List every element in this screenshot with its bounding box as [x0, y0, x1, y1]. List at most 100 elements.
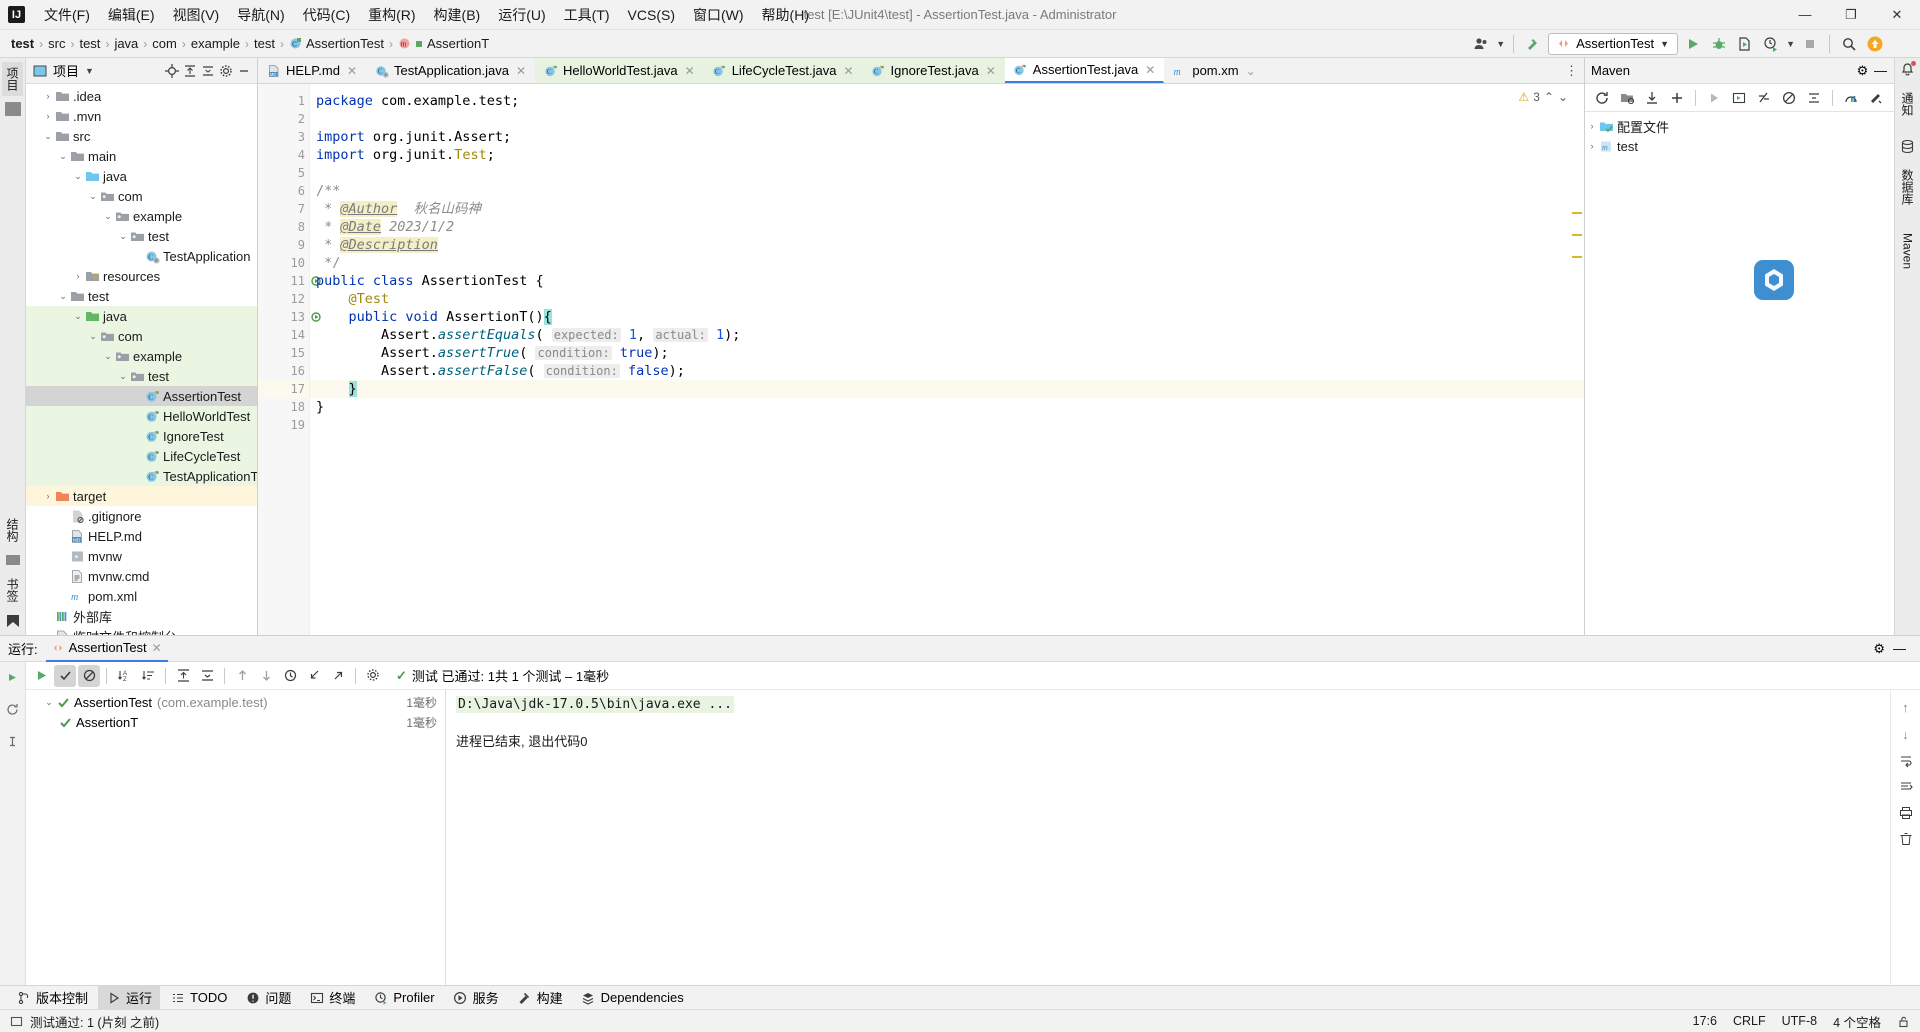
breadcrumb-item-java[interactable]: java	[109, 34, 143, 53]
show-dependencies-icon[interactable]	[1840, 87, 1862, 109]
maven-node-test[interactable]: › m test	[1585, 136, 1894, 156]
toolwindow-button-Dependencies[interactable]: Dependencies	[573, 988, 692, 1007]
toolwindow-button-运行[interactable]: 运行	[98, 986, 161, 1009]
code-line-12[interactable]: @Test	[310, 290, 1584, 308]
project-tree[interactable]: › .idea › .mvn ⌄ src ⌄ main ⌄ java ⌄ com ⌄ example ⌄ te…	[26, 84, 257, 635]
gear-icon[interactable]	[362, 665, 384, 687]
profile-button[interactable]	[1760, 33, 1782, 55]
code-line-15[interactable]: Assert.assertTrue( condition: true);	[310, 344, 1584, 362]
menu-item-11[interactable]: 帮助(H)	[753, 1, 818, 29]
test-row-AssertionTest[interactable]: ⌄ AssertionTest (com.example.test) 1毫秒	[26, 692, 445, 712]
indent-setting[interactable]: 4 个空格	[1833, 1012, 1881, 1031]
gutter-line-15[interactable]: 15	[258, 344, 309, 362]
run-tab-assertiontest[interactable]: AssertionTest ✕	[45, 636, 168, 662]
breadcrumb-item-src[interactable]: src	[43, 34, 70, 53]
toggle-offline-icon[interactable]	[1778, 87, 1800, 109]
expand-all-icon[interactable]	[172, 665, 194, 687]
inspection-down-icon[interactable]: ⌄	[1558, 90, 1568, 104]
prev-test-icon[interactable]	[231, 665, 253, 687]
editor-tab-HelloWorldTest.java[interactable]: C HelloWorldTest.java ✕	[535, 58, 704, 83]
code-line-6[interactable]: /**	[310, 182, 1584, 200]
menu-item-4[interactable]: 代码(C)	[294, 1, 359, 29]
gutter-line-2[interactable]: 2	[258, 110, 309, 128]
gutter-line-19[interactable]: 19	[258, 416, 309, 434]
gear-icon[interactable]: ⚙	[1855, 63, 1870, 78]
build-hammer-icon[interactable]	[1522, 33, 1544, 55]
code-line-4[interactable]: import org.junit.Test;	[310, 146, 1584, 164]
code-line-5[interactable]	[310, 164, 1584, 182]
test-history-icon[interactable]	[279, 665, 301, 687]
breadcrumb-item-AssertionTest[interactable]: C AssertionTest	[284, 34, 389, 53]
tree-node-com[interactable]: ⌄ com	[26, 186, 257, 206]
run-with-coverage-button[interactable]	[1734, 33, 1756, 55]
chevron-right-icon[interactable]: ›	[71, 271, 85, 281]
strip-item-structure[interactable]: 结构	[2, 513, 23, 547]
close-icon[interactable]: ✕	[347, 64, 357, 78]
menu-item-6[interactable]: 构建(B)	[425, 1, 490, 29]
gutter-line-3[interactable]: 3	[258, 128, 309, 146]
editor-tab-AssertionTest.java[interactable]: C AssertionTest.java ✕	[1004, 58, 1165, 83]
hide-panel-icon[interactable]: —	[1893, 641, 1906, 657]
reload-icon[interactable]	[1591, 87, 1613, 109]
expand-all-icon[interactable]	[182, 63, 197, 78]
code-line-10[interactable]: */	[310, 254, 1584, 272]
tree-node-.idea[interactable]: › .idea	[26, 86, 257, 106]
database-icon[interactable]	[1900, 139, 1915, 154]
gutter-line-17[interactable]: 17	[258, 380, 309, 398]
rerun-icon[interactable]	[2, 666, 24, 688]
run-maven-goal-icon[interactable]	[1703, 87, 1725, 109]
console-output[interactable]: D:\Java\jdk-17.0.5\bin\java.exe ... 进程已结…	[446, 690, 1890, 985]
tree-node-临时文件和控制台[interactable]: 临时文件和控制台	[26, 626, 257, 635]
code-line-11[interactable]: public class AssertionTest {	[310, 272, 1584, 290]
toolwindow-button-Profiler[interactable]: Profiler	[365, 988, 442, 1007]
editor-marker-bar[interactable]	[1570, 84, 1584, 635]
code-line-1[interactable]: package com.example.test;	[310, 92, 1584, 110]
editor-tab-pom.xm[interactable]: m pom.xm ⌄	[1164, 58, 1264, 83]
import-tests-icon[interactable]	[303, 665, 325, 687]
tree-node-test[interactable]: ⌄ test	[26, 286, 257, 306]
ai-assistant-icon[interactable]	[1890, 33, 1912, 55]
chevron-down-icon[interactable]: ⌄	[116, 371, 130, 382]
status-message[interactable]: 测试通过: 1 (片刻 之前)	[30, 1012, 159, 1031]
tree-node-HELP.md[interactable]: MD HELP.md	[26, 526, 257, 546]
tree-node-mvnw[interactable]: mvnw	[26, 546, 257, 566]
download-sources-icon[interactable]	[1641, 87, 1663, 109]
line-separator[interactable]: CRLF	[1733, 1014, 1766, 1028]
stop-button[interactable]	[1799, 33, 1821, 55]
gutter-line-16[interactable]: 16	[258, 362, 309, 380]
chevron-down-icon[interactable]: ▼	[1660, 39, 1669, 49]
maven-node-配置文件[interactable]: › 配置文件	[1585, 116, 1894, 136]
tree-node-mvnw.cmd[interactable]: mvnw.cmd	[26, 566, 257, 586]
menu-item-8[interactable]: 工具(T)	[555, 1, 619, 29]
editor-tab-LifeCycleTest.java[interactable]: C LifeCycleTest.java ✕	[703, 58, 863, 83]
menu-item-2[interactable]: 视图(V)	[164, 1, 229, 29]
execute-goal-icon[interactable]	[1728, 87, 1750, 109]
tree-node-外部库[interactable]: 外部库	[26, 606, 257, 626]
code-line-17[interactable]: }	[310, 380, 1584, 398]
tree-node-pom.xml[interactable]: m pom.xml	[26, 586, 257, 606]
add-maven-project-icon[interactable]	[1666, 87, 1688, 109]
close-icon[interactable]: ✕	[152, 641, 162, 655]
run-configuration-selector[interactable]: AssertionTest ▼	[1548, 32, 1679, 55]
gutter-line-10[interactable]: 10	[258, 254, 309, 272]
code-line-8[interactable]: * @Date 2023/1/2	[310, 218, 1584, 236]
lock-icon[interactable]	[1897, 1015, 1910, 1028]
chevron-right-icon[interactable]: ›	[1585, 121, 1599, 131]
scroll-to-end-icon[interactable]	[1899, 780, 1913, 794]
hide-panel-icon[interactable]	[236, 63, 251, 78]
tree-node-example[interactable]: ⌄ example	[26, 346, 257, 366]
minimize-button[interactable]: —	[1782, 0, 1828, 30]
strip-item-notifications[interactable]: 通知	[1897, 87, 1918, 121]
user-icon[interactable]	[1470, 33, 1492, 55]
code-line-19[interactable]	[310, 416, 1584, 434]
soft-wrap-icon[interactable]	[1899, 754, 1913, 768]
close-icon[interactable]: ✕	[685, 64, 695, 78]
breadcrumb-item-test[interactable]: test	[74, 34, 105, 53]
chevron-down-icon[interactable]: ⌄	[56, 151, 70, 162]
gutter-line-13[interactable]: 13	[258, 308, 321, 326]
tree-node-TestApplication[interactable]: C TestApplication	[26, 246, 257, 266]
code-line-13[interactable]: public void AssertionT(){	[310, 308, 1584, 326]
chevron-down-icon[interactable]: ⌄	[101, 351, 115, 362]
tree-node-java[interactable]: ⌄ java	[26, 166, 257, 186]
code-line-7[interactable]: * @Author 秋名山码神	[310, 200, 1584, 218]
